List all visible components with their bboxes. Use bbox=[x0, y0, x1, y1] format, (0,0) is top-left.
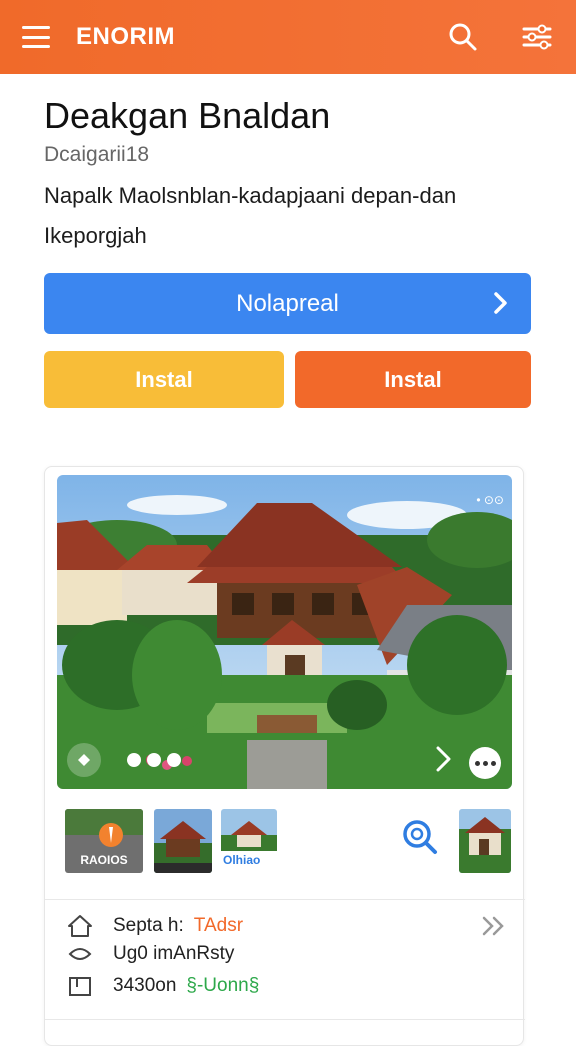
carousel-dots bbox=[127, 753, 181, 767]
detail-row-2-label: Ug0 imAnRsty bbox=[113, 943, 235, 964]
primary-action-button[interactable]: Nolapreal bbox=[44, 273, 531, 334]
home-icon bbox=[65, 913, 95, 939]
card-divider-bottom bbox=[45, 1019, 525, 1020]
thumbnail-3-label: Olhiao bbox=[223, 853, 261, 867]
install-button-yellow[interactable]: Instal bbox=[44, 351, 284, 408]
size-icon bbox=[65, 973, 95, 999]
listing-card: • ⊙⊙ RAOIOS Olhiao Septa h: TAdsr Ug0 im… bbox=[44, 466, 525, 1046]
detail-row-1-label: Septa h: bbox=[113, 915, 184, 936]
hamburger-menu-icon[interactable] bbox=[22, 26, 50, 48]
thumbnail-4[interactable] bbox=[459, 809, 511, 873]
filter-sliders-icon[interactable] bbox=[520, 20, 554, 54]
zoom-search-icon[interactable] bbox=[400, 817, 440, 857]
carousel-dot[interactable] bbox=[167, 753, 181, 767]
brand-logo[interactable]: ENORIM bbox=[76, 23, 175, 51]
thumbnail-3[interactable]: Olhiao bbox=[221, 809, 277, 873]
more-options-icon[interactable] bbox=[469, 747, 501, 779]
detail-row-2: Ug0 imAnRsty bbox=[65, 941, 234, 967]
photo-expand-icon[interactable] bbox=[67, 743, 101, 777]
detail-row-1: Septa h: TAdsr bbox=[65, 913, 243, 939]
listing-title: Deakgan Bnaldan bbox=[44, 95, 331, 136]
carousel-dot[interactable] bbox=[147, 753, 161, 767]
top-app-bar: ENORIM bbox=[0, 0, 576, 74]
next-photo-icon[interactable] bbox=[435, 745, 453, 773]
detail-row-1-accent: TAdsr bbox=[193, 915, 244, 936]
card-divider bbox=[45, 899, 525, 900]
search-icon[interactable] bbox=[446, 20, 480, 54]
detail-row-3: 3430on §-Uonn§ bbox=[65, 973, 259, 999]
thumbnail-strip: RAOIOS Olhiao bbox=[45, 809, 525, 879]
install-button-orange[interactable]: Instal bbox=[295, 351, 531, 408]
thumbnail-1-label: RAOIOS bbox=[80, 853, 128, 867]
carousel-dot[interactable] bbox=[127, 753, 141, 767]
thumbnail-2[interactable] bbox=[154, 809, 212, 873]
double-chevron-right-icon[interactable] bbox=[481, 915, 507, 942]
listing-description: Napalk Maolsnblan-kadapjaani depan-dan I… bbox=[44, 183, 457, 248]
detail-row-3-accent: §-Uonn§ bbox=[186, 975, 260, 996]
listing-subtitle: Dcaigarii18 bbox=[44, 143, 150, 166]
primary-action-label: Nolapreal bbox=[236, 289, 339, 317]
hero-photo[interactable]: • ⊙⊙ bbox=[57, 475, 512, 789]
photo-meta-icons: • ⊙⊙ bbox=[476, 493, 504, 507]
location-icon bbox=[65, 941, 95, 967]
thumbnail-1[interactable]: RAOIOS bbox=[65, 809, 143, 873]
detail-row-3-label: 3430on bbox=[113, 975, 177, 996]
chevron-right-icon bbox=[494, 292, 507, 314]
